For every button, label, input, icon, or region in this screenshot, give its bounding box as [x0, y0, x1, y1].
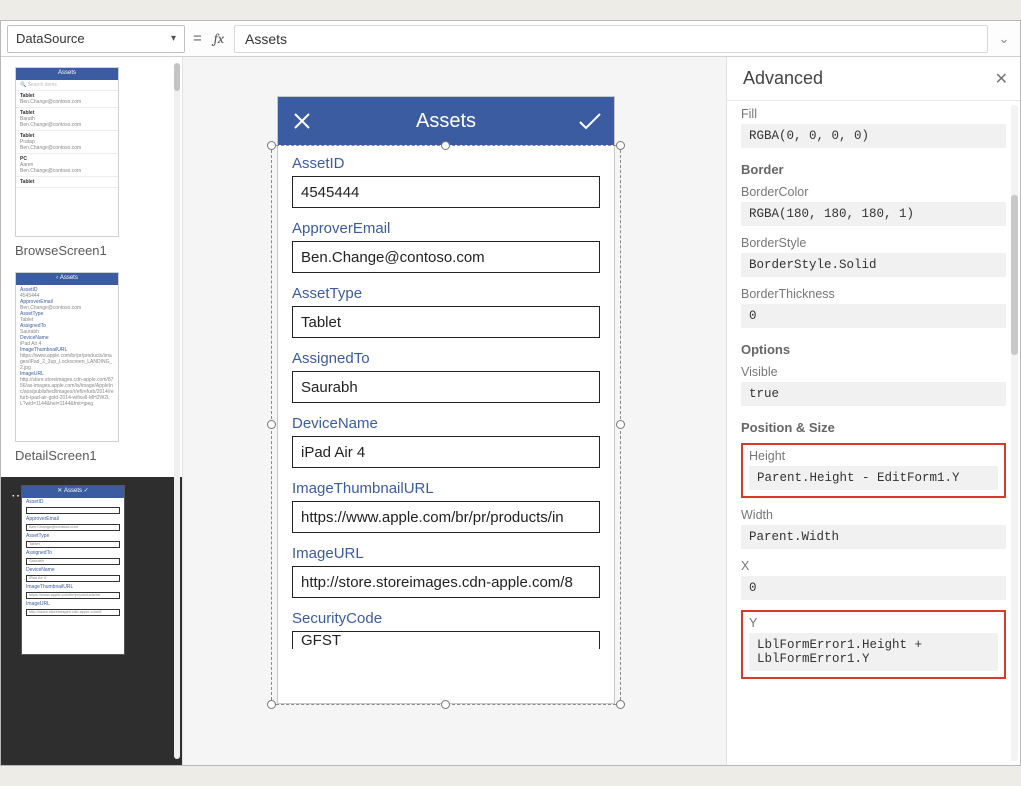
advanced-panel: Advanced ✕ Fill RGBA(0, 0, 0, 0) Border …: [726, 57, 1020, 765]
prop-label-width: Width: [741, 508, 1006, 522]
advanced-scrollbar[interactable]: [1011, 105, 1018, 761]
thumbnails-scrollbar[interactable]: [174, 63, 180, 759]
screen-thumb-edit-selected[interactable]: ⋯ ✕ Assets ✓ AssetID ApproverEmailBen.Ch…: [1, 477, 182, 765]
screen-thumb-detail[interactable]: ‹ Assets AssetID4545444 ApproverEmailBen…: [15, 272, 168, 463]
input-devicename[interactable]: iPad Air 4: [292, 436, 600, 468]
formula-input[interactable]: Assets: [234, 25, 988, 53]
prop-value-height[interactable]: Parent.Height - EditForm1.Y: [749, 466, 998, 490]
screen-label: BrowseScreen1: [15, 243, 168, 258]
resize-handle[interactable]: [267, 700, 276, 709]
mini-title: Assets: [58, 70, 76, 77]
prop-value-visible[interactable]: true: [741, 382, 1006, 406]
resize-handle[interactable]: [267, 420, 276, 429]
phone-title: Assets: [416, 110, 476, 133]
highlighted-property-y: Y LblFormError1.Height + LblFormError1.Y: [741, 610, 1006, 679]
field-approveremail: ApproverEmail Ben.Change@contoso.com: [292, 220, 600, 273]
group-border: Border: [741, 162, 1006, 177]
input-securitycode[interactable]: GFST: [292, 631, 600, 649]
field-securitycode: SecurityCode GFST: [292, 610, 600, 649]
input-approveremail[interactable]: Ben.Change@contoso.com: [292, 241, 600, 273]
prop-label-borderstyle: BorderStyle: [741, 236, 1006, 250]
resize-handle[interactable]: [616, 420, 625, 429]
prop-label-fill: Fill: [741, 107, 1006, 121]
prop-label-height: Height: [749, 449, 998, 463]
field-devicename: DeviceName iPad Air 4: [292, 415, 600, 468]
app-frame: DataSource ▾ = fx Assets ⌄ Assets 🔍 Sear…: [0, 20, 1021, 766]
formula-text: Assets: [245, 31, 287, 47]
prop-value-y[interactable]: LblFormError1.Height + LblFormError1.Y: [749, 633, 998, 671]
formula-expand-chevron[interactable]: ⌄: [994, 31, 1014, 47]
prop-value-borderstyle[interactable]: BorderStyle.Solid: [741, 253, 1006, 277]
highlighted-property-height: Height Parent.Height - EditForm1.Y: [741, 443, 1006, 498]
field-assettype: AssetType Tablet: [292, 285, 600, 338]
prop-value-borderthickness[interactable]: 0: [741, 304, 1006, 328]
close-icon[interactable]: ✕: [995, 69, 1008, 89]
field-assignedto: AssignedTo Saurabh: [292, 350, 600, 403]
input-assettype[interactable]: Tablet: [292, 306, 600, 338]
resize-handle[interactable]: [267, 141, 276, 150]
canvas-area[interactable]: Assets AssetID 4545444 ApproverEmail Ben…: [183, 57, 726, 765]
advanced-header: Advanced ✕: [727, 57, 1020, 101]
input-imageurl[interactable]: http://store.storeimages.cdn-apple.com/8: [292, 566, 600, 598]
prop-value-width[interactable]: Parent.Width: [741, 525, 1006, 549]
prop-label-y: Y: [749, 616, 998, 630]
prop-value-x[interactable]: 0: [741, 576, 1006, 600]
input-assetid[interactable]: 4545444: [292, 176, 600, 208]
prop-value-bordercolor[interactable]: RGBA(180, 180, 180, 1): [741, 202, 1006, 226]
group-position-size: Position & Size: [741, 420, 1006, 435]
prop-label-x: X: [741, 559, 1006, 573]
property-selector[interactable]: DataSource ▾: [7, 25, 185, 53]
screen-label: DetailScreen1: [15, 448, 168, 463]
prop-label-bordercolor: BorderColor: [741, 185, 1006, 199]
resize-handle[interactable]: [616, 141, 625, 150]
equals-sign: =: [191, 30, 204, 47]
screens-panel: Assets 🔍 Search items TabletBen.Change@c…: [1, 57, 183, 765]
group-options: Options: [741, 342, 1006, 357]
prop-label-borderthickness: BorderThickness: [741, 287, 1006, 301]
phone-header: Assets: [278, 97, 614, 145]
prop-label-visible: Visible: [741, 365, 1006, 379]
formula-bar: DataSource ▾ = fx Assets ⌄: [1, 21, 1020, 57]
advanced-title: Advanced: [743, 68, 823, 89]
input-imagethumb[interactable]: https://www.apple.com/br/pr/products/in: [292, 501, 600, 533]
check-icon[interactable]: [566, 97, 614, 145]
prop-value-fill[interactable]: RGBA(0, 0, 0, 0): [741, 124, 1006, 148]
screen-thumb-browse[interactable]: Assets 🔍 Search items TabletBen.Change@c…: [15, 67, 168, 258]
field-imagethumb: ImageThumbnailURL https://www.apple.com/…: [292, 480, 600, 533]
fx-icon[interactable]: fx: [210, 30, 228, 47]
input-assignedto[interactable]: Saurabh: [292, 371, 600, 403]
edit-form[interactable]: AssetID 4545444 ApproverEmail Ben.Change…: [278, 145, 614, 659]
field-imageurl: ImageURL http://store.storeimages.cdn-ap…: [292, 545, 600, 598]
close-icon[interactable]: [278, 97, 326, 145]
resize-handle[interactable]: [616, 700, 625, 709]
chevron-down-icon: ▾: [171, 33, 176, 44]
field-assetid: AssetID 4545444: [292, 155, 600, 208]
phone-preview: Assets AssetID 4545444 ApproverEmail Ben…: [278, 97, 614, 703]
property-selector-label: DataSource: [16, 31, 85, 46]
